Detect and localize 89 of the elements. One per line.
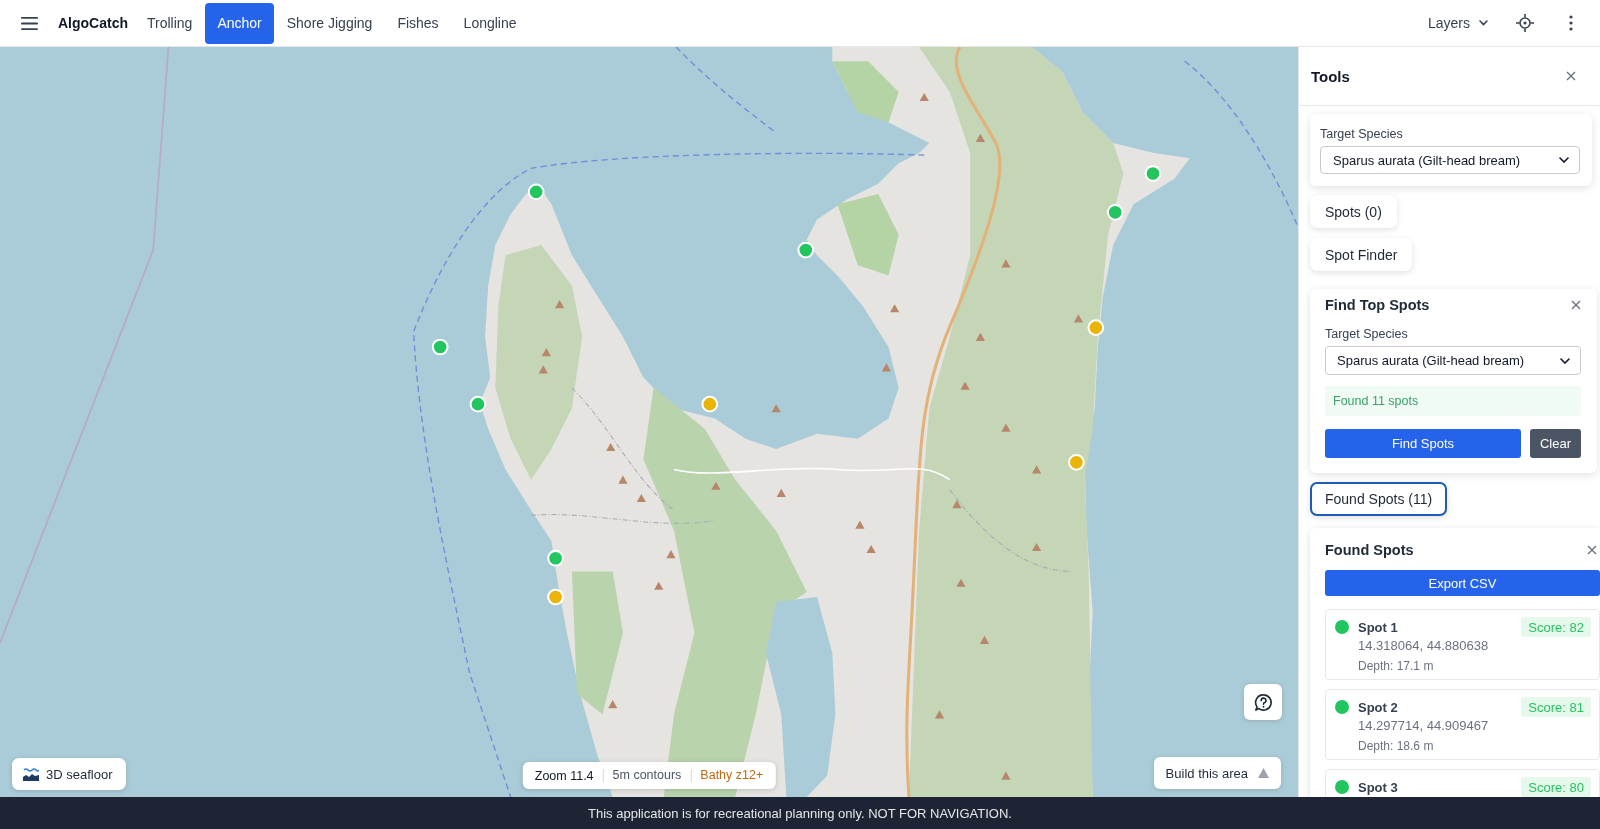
close-icon[interactable] bbox=[1587, 545, 1597, 555]
spot-marker-icon[interactable] bbox=[1087, 319, 1105, 336]
spot-coordinates: 14.297714, 44.909467 bbox=[1358, 717, 1490, 735]
peak-icon bbox=[1001, 259, 1011, 268]
spot-marker-icon[interactable] bbox=[701, 395, 719, 413]
action-button[interactable]: Clear bbox=[1530, 429, 1581, 458]
peak-icon bbox=[919, 92, 929, 102]
peak-icon bbox=[1031, 542, 1042, 552]
action-button[interactable]: Find Spots bbox=[1325, 429, 1521, 458]
card-title: Find Top Spots bbox=[1325, 297, 1430, 313]
mode-tab[interactable]: Fishes bbox=[385, 2, 451, 44]
close-icon[interactable] bbox=[1566, 71, 1576, 81]
peak-icon bbox=[960, 381, 970, 390]
peak-icon bbox=[890, 304, 900, 313]
app-name: AlgoCatch bbox=[58, 15, 128, 31]
waves-icon bbox=[23, 767, 39, 781]
peak-icon bbox=[1001, 771, 1011, 780]
peak-icon bbox=[606, 442, 616, 452]
field-label: Target Species bbox=[1325, 326, 1409, 342]
peak-icon bbox=[952, 500, 962, 509]
help-button[interactable] bbox=[1244, 684, 1282, 720]
section-toggle[interactable]: Spot Finder bbox=[1310, 238, 1413, 271]
spot-marker-icon[interactable] bbox=[547, 549, 564, 567]
spot-marker-icon[interactable] bbox=[1106, 203, 1124, 221]
peak-icon bbox=[666, 550, 676, 559]
peak-icon bbox=[776, 488, 786, 497]
spot-marker-icon[interactable] bbox=[431, 338, 449, 356]
disclaimer-text: This application is for recreational planning only. NOT FOR NAVIGATION. bbox=[588, 805, 1012, 821]
score-badge: Score: 80 bbox=[1521, 777, 1591, 797]
peak-icon bbox=[975, 133, 985, 142]
question-bubble-icon bbox=[1253, 692, 1273, 712]
card-title: Found Spots bbox=[1325, 542, 1414, 558]
triangle-icon bbox=[1258, 768, 1269, 778]
peak-icon bbox=[608, 700, 618, 709]
spot-marker-icon[interactable] bbox=[1068, 453, 1085, 471]
peak-icon bbox=[866, 544, 876, 554]
spot-coordinates: 14.318064, 44.880638 bbox=[1358, 637, 1490, 655]
species-select[interactable]: Sparus aurata (Gilt-head bream) bbox=[1325, 346, 1581, 375]
peak-icon bbox=[654, 581, 664, 590]
spot-marker-icon[interactable] bbox=[1144, 165, 1162, 182]
spot-list-item[interactable]: Spot 2 Score: 81 14.297714, 44.909467 Depth: 18.6 m bbox=[1325, 689, 1600, 760]
score-badge: Score: 81 bbox=[1521, 697, 1591, 717]
peak-icon bbox=[1073, 314, 1084, 323]
spot-depth: Depth: 17.1 m bbox=[1358, 658, 1435, 675]
chevron-down-icon bbox=[1560, 357, 1570, 364]
mode-tab[interactable]: Shore Jigging bbox=[274, 2, 385, 44]
section-toggle[interactable]: Spots (0) bbox=[1310, 195, 1397, 228]
chevron-down-icon bbox=[1559, 157, 1569, 163]
peak-icon bbox=[956, 578, 966, 587]
layers-dropdown[interactable]: Layers bbox=[1427, 7, 1488, 39]
peak-icon bbox=[555, 300, 565, 309]
section-toggle[interactable]: Found Spots (11) bbox=[1310, 482, 1448, 516]
panel-title: Tools bbox=[1311, 67, 1350, 85]
peak-icon bbox=[881, 363, 892, 372]
peak-icon bbox=[979, 635, 990, 644]
build-area-button[interactable]: Build this area bbox=[1153, 757, 1281, 789]
zoom-level: Zoom 11.4 bbox=[534, 768, 594, 783]
seafloor-3d-button[interactable]: 3D seafloor bbox=[12, 758, 127, 790]
caret-icon bbox=[1479, 20, 1488, 26]
spot-marker-icon[interactable] bbox=[547, 588, 564, 606]
peak-icon bbox=[934, 710, 945, 719]
close-icon[interactable] bbox=[1571, 300, 1581, 310]
bathymetry-level: Bathy z12+ bbox=[690, 769, 764, 782]
result-message: Found 11 spots bbox=[1325, 386, 1581, 416]
peak-icon bbox=[975, 332, 985, 341]
mode-tab[interactable]: Anchor bbox=[205, 2, 274, 44]
peak-icon bbox=[771, 404, 781, 413]
spot-marker-icon[interactable] bbox=[469, 395, 487, 413]
spot-list-item[interactable]: Spot 1 Score: 82 14.318064, 44.880638 Depth: 17.1 m bbox=[1325, 609, 1600, 680]
vertical-dots-icon[interactable] bbox=[1569, 15, 1573, 31]
crosshair-icon[interactable] bbox=[1516, 14, 1534, 32]
spot-depth: Depth: 18.6 m bbox=[1358, 738, 1435, 755]
mode-tab[interactable]: Trolling bbox=[135, 2, 205, 44]
species-select[interactable]: Sparus aurata (Gilt-head bream) bbox=[1320, 146, 1580, 174]
peak-icon bbox=[1001, 423, 1011, 432]
spot-marker-icon[interactable] bbox=[527, 183, 545, 201]
field-label: Target Species bbox=[1320, 126, 1404, 142]
spot-name: Spot 3 bbox=[1358, 779, 1398, 795]
score-badge: Score: 82 bbox=[1521, 617, 1591, 637]
spot-marker-icon[interactable] bbox=[797, 241, 815, 259]
peak-icon bbox=[855, 520, 865, 529]
export-csv-button[interactable]: Export CSV bbox=[1325, 570, 1600, 596]
spot-name: Spot 2 bbox=[1358, 699, 1398, 715]
menu-icon[interactable] bbox=[21, 16, 38, 30]
contour-interval: 5m contours bbox=[602, 769, 682, 782]
peak-icon bbox=[1031, 465, 1042, 474]
spot-name: Spot 1 bbox=[1358, 619, 1398, 635]
peak-icon bbox=[711, 481, 721, 490]
mode-tab[interactable]: Longline bbox=[451, 2, 529, 44]
